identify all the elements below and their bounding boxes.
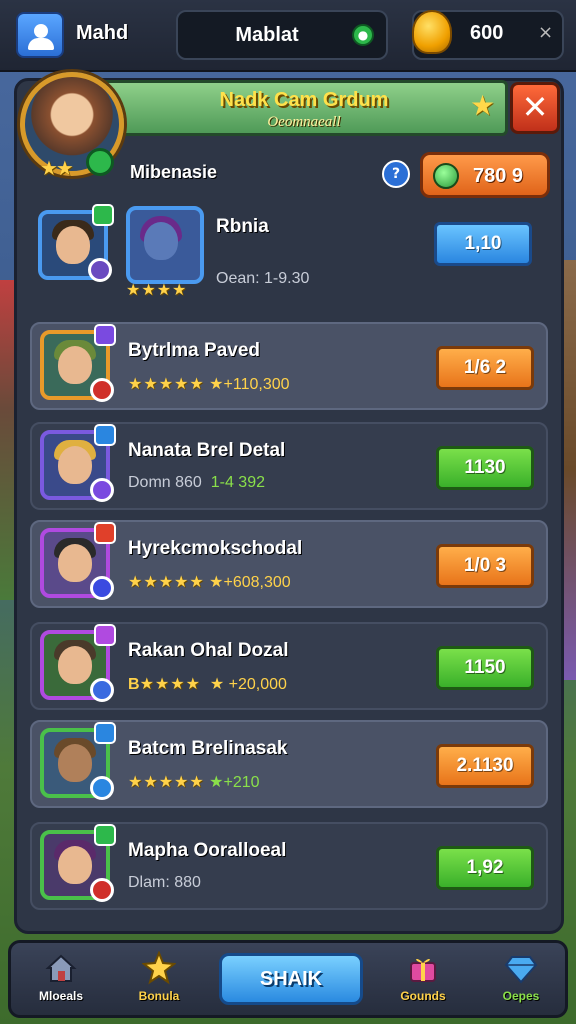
nav-item-gems[interactable]: Oepes	[481, 951, 561, 1013]
close-button[interactable]: ✕	[510, 82, 560, 134]
gem-icon	[433, 163, 459, 189]
rating-stars: ★★★★★	[128, 774, 205, 791]
panel-subtitle: Oeomnaeall	[267, 114, 341, 130]
status-dot-icon: ●	[352, 24, 374, 46]
row-name: Bytrlma Paved	[128, 340, 261, 361]
top-bar: Mahd Mablat ● 600 ×	[0, 0, 576, 72]
currency-close-icon[interactable]: ×	[538, 22, 553, 43]
avatar-featured	[126, 206, 204, 284]
avatar	[40, 824, 116, 902]
row-action-button[interactable]: 1130	[436, 446, 534, 490]
avatar	[40, 324, 116, 402]
avatar	[40, 522, 116, 600]
row-prefix: B	[128, 676, 140, 693]
coin-icon	[412, 10, 452, 54]
nav-item-rewards[interactable]: Gounds	[383, 951, 463, 1013]
avatar	[40, 624, 116, 702]
row-label: Dlam: 880	[128, 874, 201, 891]
nav-label: Mloeals	[38, 989, 83, 1003]
star-icon	[141, 950, 177, 985]
reward-text: ★+210	[209, 774, 260, 791]
list-item[interactable]: Bytrlma Paved ★★★★★ ★+110,300 1/6 2	[30, 322, 548, 410]
title-banner: Nadk Cam Grdum Oeomnaeall	[100, 80, 508, 136]
avatar	[40, 722, 116, 800]
section-label: Mibenasie	[130, 162, 218, 182]
avatar	[40, 424, 116, 502]
gift-icon	[406, 951, 440, 985]
bottom-nav: Mloeals Bonula SHAIK Gounds Oepes	[8, 940, 568, 1018]
gem-value: 780 9	[473, 165, 524, 187]
avatar	[38, 204, 114, 282]
row-subtext: 1-4 392	[210, 474, 265, 491]
home-icon	[44, 951, 78, 985]
rating-stars: ★★★★★	[128, 574, 205, 591]
row-action-button[interactable]: 1,92	[436, 846, 534, 890]
rating-stars: ★★★★	[139, 676, 201, 693]
list-item[interactable]: Mapha Ooralloeal Dlam: 880 1,92	[30, 822, 548, 910]
row-action-button[interactable]: 1,10	[434, 222, 532, 266]
row-action-button[interactable]: 1/0 3	[436, 544, 534, 588]
share-button[interactable]: SHAIK	[219, 953, 363, 1005]
reward-text: ★+110,300	[209, 376, 290, 393]
list-item[interactable]: Batcm Brelinasak ★★★★★ ★+210 2.1130	[30, 720, 548, 808]
player-name: Mahd	[76, 22, 129, 44]
currency-value: 600	[470, 22, 504, 44]
star-icon: ★	[470, 89, 496, 122]
row-subtext: Oean: 1-9.30	[216, 270, 310, 287]
row-name: Nanata Brel Detal	[128, 440, 286, 461]
rating-stars: ★★★★	[126, 282, 188, 299]
center-status-label: Mablat	[235, 24, 299, 46]
row-action-button[interactable]: 1150	[436, 646, 534, 690]
row-name: Hyrekcmokschodal	[128, 538, 303, 559]
nav-item-bonus[interactable]: Bonula	[119, 950, 199, 1013]
row-name: Mapha Ooralloeal	[128, 840, 287, 861]
nav-item-home[interactable]: Mloeals	[21, 951, 101, 1013]
row-action-button[interactable]: 1/6 2	[436, 346, 534, 390]
nav-label: Oepes	[502, 989, 540, 1003]
rating-stars: ★★★★★	[128, 376, 205, 393]
list-item[interactable]: Nanata Brel Detal Domn 860 1-4 392 1130	[30, 422, 548, 510]
row-name: Batcm Brelinasak	[128, 738, 288, 759]
list-item[interactable]: Rbnia ★★★★ Oean: 1-9.30 1,10	[30, 200, 548, 299]
panel-title: Nadk Cam Grdum	[219, 89, 389, 111]
row-name: Rakan Ohal Dozal	[128, 640, 289, 661]
reward-text: ★ +20,000	[209, 676, 287, 693]
hero-stars: ★★	[40, 156, 74, 180]
gem-balance-button[interactable]: 780 9	[420, 152, 550, 198]
gem-icon	[504, 951, 538, 985]
nav-label: Bonula	[138, 989, 180, 1003]
row-label: Domn 860	[128, 474, 202, 491]
row-name: Rbnia	[216, 216, 269, 237]
list-item[interactable]: Rakan Ohal Dozal B★★★★ ★ +20,000 1150	[30, 622, 548, 710]
profile-button[interactable]	[16, 12, 64, 58]
user-icon	[34, 24, 48, 38]
reward-text: ★+608,300	[209, 574, 291, 591]
center-status-box[interactable]: Mablat ●	[176, 10, 388, 60]
nav-label: Gounds	[400, 989, 446, 1003]
list-item[interactable]: Hyrekcmokschodal ★★★★★ ★+608,300 1/0 3	[30, 520, 548, 608]
row-action-button[interactable]: 2.1130	[436, 744, 534, 788]
hero-badge-icon	[86, 148, 114, 176]
info-icon[interactable]: ?	[382, 160, 410, 188]
